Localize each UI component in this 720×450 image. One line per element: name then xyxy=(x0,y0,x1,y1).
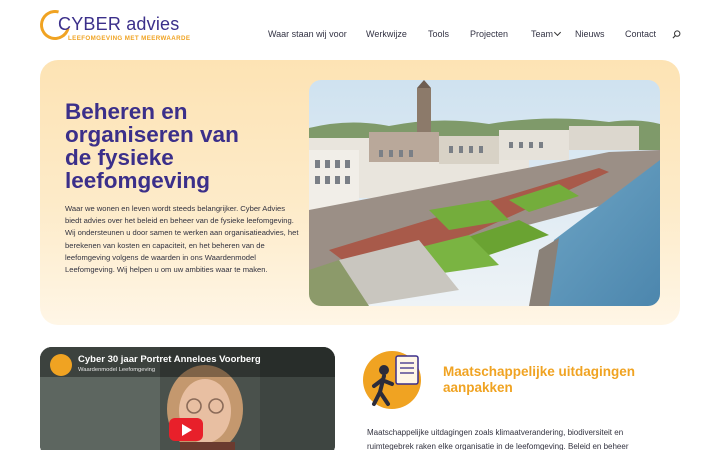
channel-avatar xyxy=(50,354,72,376)
main-nav: Waar staan wij voor Werkwijze Tools Proj… xyxy=(0,28,720,43)
search-icon[interactable] xyxy=(672,30,681,39)
chevron-down-icon xyxy=(553,28,562,37)
nav-item-contact[interactable]: Contact xyxy=(625,29,656,39)
hero-section: Beheren en organiseren van de fysieke le… xyxy=(40,60,680,325)
section-text: Maatschappelijke uitdagingen zoals klima… xyxy=(367,428,629,450)
walking-person-icon xyxy=(363,351,421,409)
hero-text: Waar we wonen en leven wordt steeds bela… xyxy=(65,204,299,275)
nav-item-team-label: Team xyxy=(531,29,554,39)
nav-item-projecten[interactable]: Projecten xyxy=(470,29,508,39)
nav-item-tools[interactable]: Tools xyxy=(428,29,449,39)
hero-image xyxy=(309,80,660,306)
nav-item-nieuws[interactable]: Nieuws xyxy=(575,29,605,39)
video-player[interactable]: Cyber 30 jaar Portret Anneloes Voorberg … xyxy=(40,347,335,450)
video-subtitle: Waardenmodel Leefomgeving xyxy=(78,367,156,373)
hero-title: Beheren en organiseren van de fysieke le… xyxy=(65,99,239,193)
section-title: Maatschappelijke uitdagingen aanpakken xyxy=(443,364,636,395)
nav-item-werkwijze[interactable]: Werkwijze xyxy=(366,29,407,39)
site-header: CYBER advies LEEFOMGEVING MET MEERWAARDE… xyxy=(0,0,720,64)
play-button[interactable] xyxy=(169,418,203,441)
nav-item-team[interactable]: Team xyxy=(531,28,562,39)
video-title: Cyber 30 jaar Portret Anneloes Voorberg xyxy=(78,354,261,365)
nav-item-waar-staan-wij-voor[interactable]: Waar staan wij voor xyxy=(268,29,347,39)
